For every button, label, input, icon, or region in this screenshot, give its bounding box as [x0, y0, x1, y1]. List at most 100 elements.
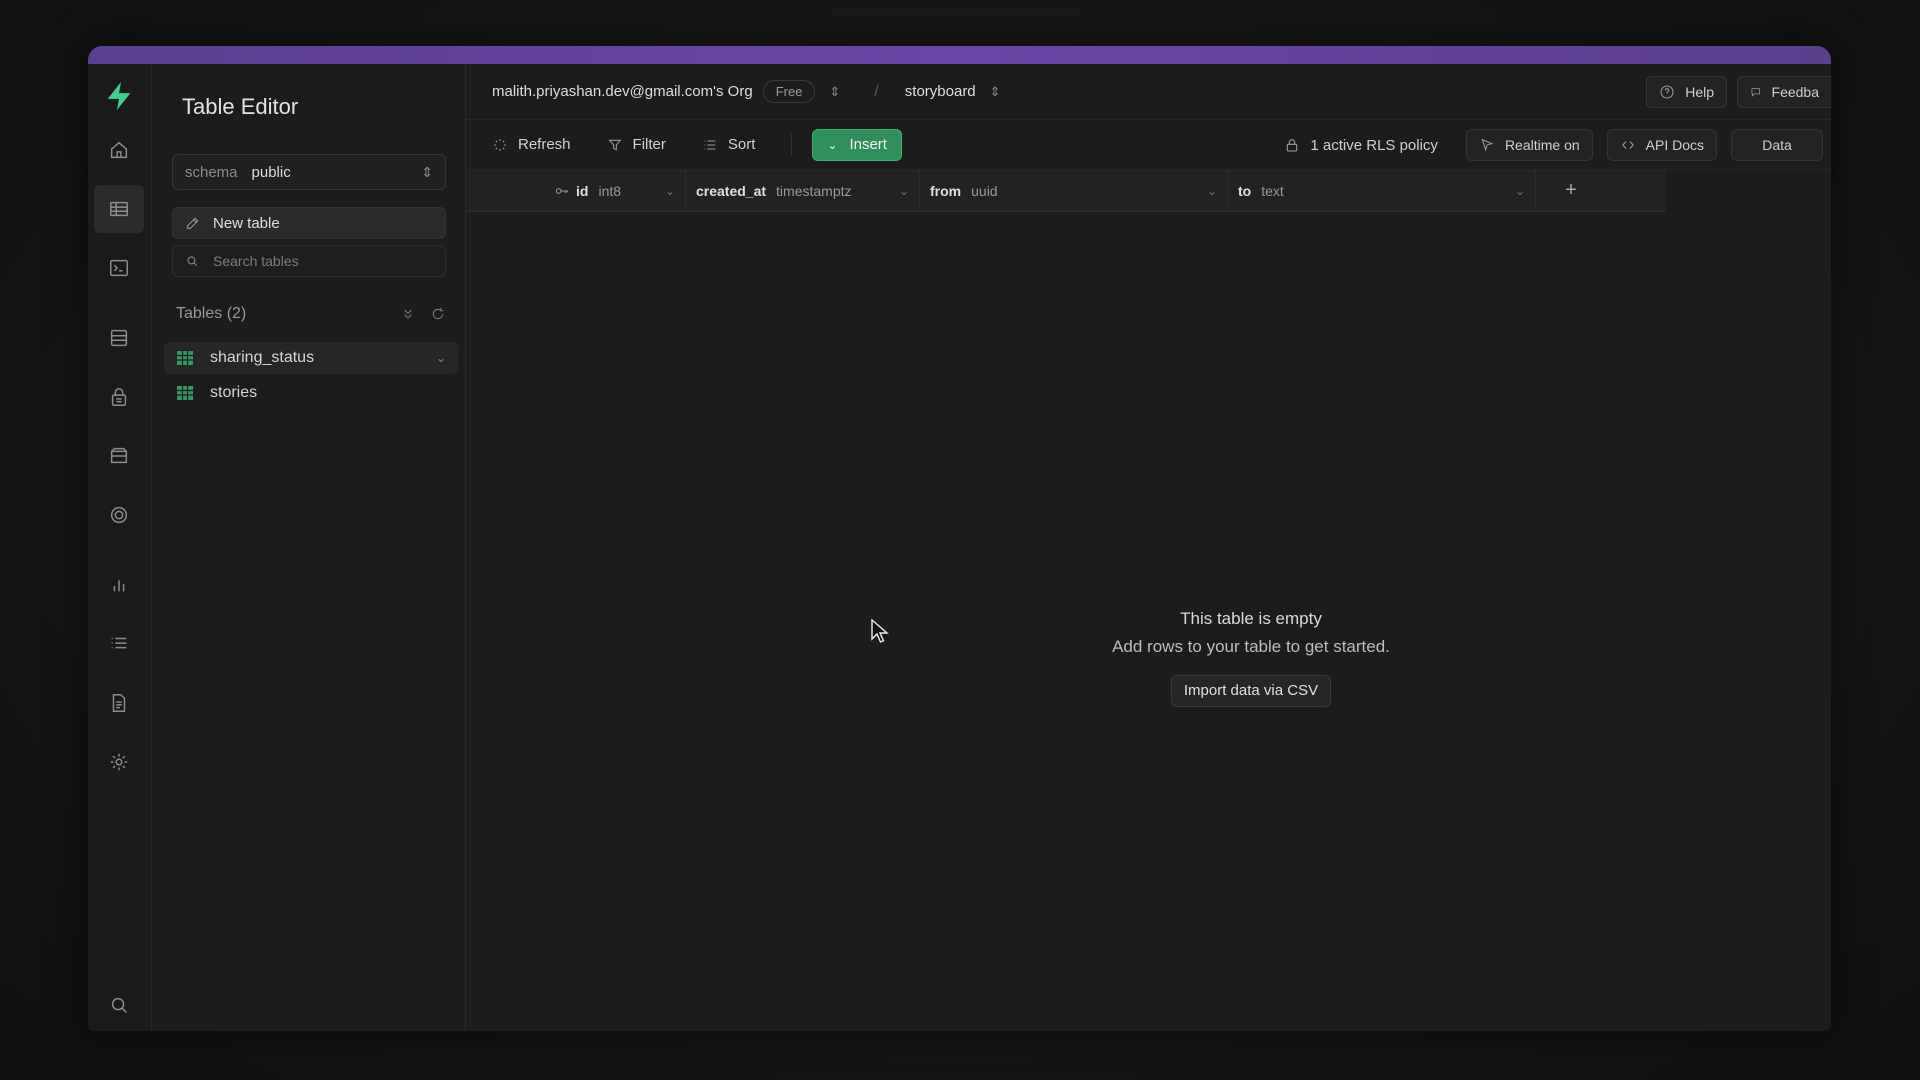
org-name[interactable]: malith.priyashan.dev@gmail.com's Org: [492, 83, 753, 100]
add-column-button[interactable]: +: [1536, 170, 1606, 211]
loading-icon: [494, 138, 506, 151]
column-header-to[interactable]: to text ⌄: [1228, 170, 1536, 211]
cursor-icon: [1481, 138, 1494, 152]
help-icon: [1660, 85, 1674, 99]
schema-label: schema: [185, 163, 238, 181]
realtime-label: Realtime on: [1504, 137, 1580, 153]
sql-editor-icon[interactable]: [94, 244, 144, 292]
help-label: Help: [1685, 84, 1714, 100]
docs-icon[interactable]: [94, 679, 144, 727]
filter-icon: [608, 139, 622, 151]
column-type: uuid: [971, 182, 998, 199]
column-name: id: [576, 182, 589, 199]
help-button[interactable]: Help: [1646, 76, 1727, 108]
realtime-button[interactable]: Realtime on: [1465, 129, 1593, 161]
code-icon: [1621, 141, 1634, 149]
column-name: from: [930, 182, 962, 199]
toolbar-divider: [791, 133, 793, 156]
insert-button[interactable]: ⌄ Insert: [812, 128, 902, 161]
sort-icon: [704, 139, 716, 150]
chevron-down-icon[interactable]: ⌄: [899, 184, 909, 198]
chevron-down-icon[interactable]: ⌄: [1207, 184, 1217, 198]
chevron-down-icon[interactable]: ⌄: [665, 184, 675, 198]
feedback-label: Feedba: [1771, 84, 1819, 100]
chevron-down-icon[interactable]: ⌄: [436, 351, 446, 365]
reports-icon[interactable]: [94, 561, 144, 609]
filter-button[interactable]: Filter: [607, 136, 666, 153]
chat-icon: [1751, 88, 1760, 97]
column-type: timestamptz: [776, 182, 852, 199]
insert-label: Insert: [849, 136, 887, 153]
import-csv-button[interactable]: Import data via CSV: [1170, 675, 1332, 707]
sort-button[interactable]: Sort: [702, 136, 756, 153]
toolbar-right: 1 active RLS policy Realtime on API Docs…: [1284, 129, 1823, 161]
column-header-from[interactable]: from uuid ⌄: [920, 170, 1228, 211]
grid-header-row: id int8 ⌄ created_at timestamptz ⌄ from …: [466, 170, 1666, 212]
refresh-icon[interactable]: [430, 306, 446, 322]
column-type: int8: [598, 182, 622, 199]
filter-label: Filter: [632, 136, 666, 153]
table-item-sharing-status[interactable]: sharing_status ⌄: [164, 342, 458, 374]
top-right-actions: Help Feedba: [1646, 76, 1831, 108]
new-table-button[interactable]: New table: [172, 207, 446, 239]
schema-select[interactable]: schema public ⇕: [172, 154, 446, 190]
realtime-icon[interactable]: [94, 491, 144, 539]
api-docs-button[interactable]: API Docs: [1606, 129, 1717, 161]
column-name: created_at: [696, 182, 767, 199]
data-view-tab[interactable]: Data: [1731, 129, 1823, 161]
api-docs-label: API Docs: [1645, 137, 1704, 153]
sidebar-title: Table Editor: [182, 94, 299, 119]
chevron-down-icon[interactable]: ⌄: [1515, 184, 1525, 198]
storage-icon[interactable]: [94, 432, 144, 480]
table-item-label: stories: [210, 384, 258, 401]
sort-label: Sort: [727, 136, 756, 153]
search-icon: [187, 256, 198, 267]
refresh-button[interactable]: Refresh: [492, 136, 571, 153]
column-header-created-at[interactable]: created_at timestamptz ⌄: [686, 170, 920, 211]
supabase-logo-icon[interactable]: [94, 72, 144, 120]
org-switch-icon[interactable]: ⇕: [829, 84, 840, 100]
feedback-button[interactable]: Feedba: [1737, 76, 1831, 108]
collapse-all-icon[interactable]: [400, 306, 416, 322]
table-grid-icon: [177, 351, 193, 365]
auth-icon[interactable]: [94, 373, 144, 421]
chevron-down-icon: ⌄: [827, 137, 838, 152]
table-item-label: sharing_status: [210, 349, 315, 366]
column-type: text: [1261, 182, 1284, 199]
refresh-label: Refresh: [518, 136, 571, 153]
search-tables-input[interactable]: [213, 253, 413, 269]
table-editor-icon[interactable]: [94, 185, 144, 233]
logs-icon[interactable]: [94, 620, 144, 668]
window-top-bar: [88, 46, 1831, 64]
main-panel: malith.priyashan.dev@gmail.com's Org Fre…: [466, 64, 1831, 1031]
plan-badge: Free: [762, 80, 816, 103]
mouse-cursor-icon: [871, 619, 889, 643]
database-icon[interactable]: [94, 314, 144, 362]
table-grid-icon: [177, 386, 193, 400]
rls-label: 1 active RLS policy: [1310, 136, 1438, 154]
key-icon: [555, 187, 568, 194]
schema-value: public: [251, 163, 291, 181]
search-tables-field[interactable]: [172, 245, 446, 277]
table-item-stories[interactable]: stories: [164, 377, 458, 409]
table-toolbar: Refresh Filter Sort ⌄ Insert 1 active RL…: [466, 120, 1831, 170]
home-icon[interactable]: [94, 126, 144, 174]
empty-state-subtitle: Add rows to your table to get started.: [1112, 637, 1390, 656]
column-header-id[interactable]: id int8 ⌄: [466, 170, 686, 211]
app-window: Table Editor schema public ⇕ New table T…: [88, 46, 1831, 1031]
tables-header: Tables (2): [176, 302, 446, 326]
search-icon[interactable]: [94, 981, 144, 1029]
data-label: Data: [1762, 137, 1792, 153]
edit-icon: [187, 217, 199, 229]
project-name[interactable]: storyboard: [905, 83, 976, 100]
settings-icon[interactable]: [94, 738, 144, 786]
lock-icon: [1287, 139, 1298, 152]
rls-policy-link[interactable]: 1 active RLS policy: [1284, 137, 1438, 154]
table-sidebar: Table Editor schema public ⇕ New table T…: [152, 64, 466, 1031]
column-name: to: [1238, 182, 1252, 199]
tables-count-label: Tables (2): [176, 305, 247, 322]
new-table-label: New table: [213, 214, 280, 232]
project-switch-icon[interactable]: ⇕: [990, 84, 1001, 100]
empty-state-title: This table is empty: [1180, 609, 1322, 628]
top-bar: malith.priyashan.dev@gmail.com's Org Fre…: [466, 64, 1831, 120]
